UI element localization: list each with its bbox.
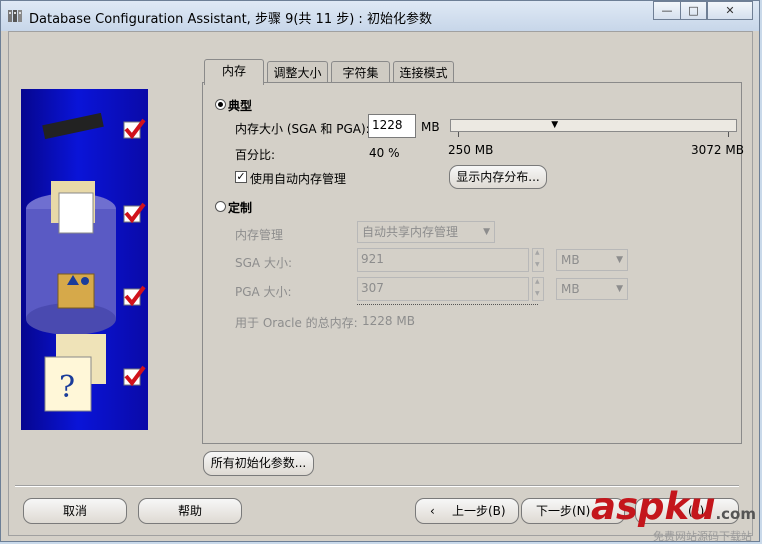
dotted-divider	[357, 304, 538, 305]
wizard-illustration-panel: ?	[21, 89, 148, 430]
checkmark-icon	[123, 285, 146, 307]
cancel-button[interactable]: 取消	[23, 498, 127, 524]
watermark-brand: aspku	[591, 485, 716, 528]
sga-spinner[interactable]	[532, 248, 544, 272]
slider-tick-min	[458, 132, 459, 137]
pga-unit-value: MB	[561, 282, 580, 296]
sga-size-label: SGA 大小:	[235, 256, 292, 270]
memory-chip-icon	[42, 112, 104, 140]
auto-memory-label: 使用自动内存管理	[250, 172, 347, 186]
help-documents-icon: ?	[44, 334, 106, 412]
slider-max-label: 3072 MB	[691, 143, 744, 157]
memory-slider-thumb[interactable]: ▼	[551, 121, 558, 130]
watermark-domain: .com	[715, 505, 756, 523]
aspku-watermark-logo: aspku.com	[591, 485, 756, 528]
sga-size-input[interactable]: 921	[357, 248, 529, 272]
pga-size-label: PGA 大小:	[235, 285, 292, 299]
chevron-down-icon: ▼	[616, 284, 623, 294]
percent-value: 40 %	[369, 146, 400, 160]
show-memory-distribution-button[interactable]: 显示内存分布...	[449, 165, 547, 189]
custom-radio[interactable]	[215, 201, 226, 212]
next-label: 下一步(N)	[536, 504, 591, 518]
memory-management-label: 内存管理	[235, 228, 284, 242]
database-app-icon	[8, 10, 22, 22]
memory-management-select[interactable]: 自动共享内存管理 ▼	[357, 221, 495, 243]
dbca-window: Database Configuration Assistant, 步骤 9(共…	[0, 0, 760, 543]
slider-min-label: 250 MB	[448, 143, 494, 157]
typical-label: 典型	[228, 99, 253, 113]
memory-size-unit: MB	[421, 120, 440, 134]
back-arrow-icon: ‹	[430, 504, 435, 518]
sga-unit-value: MB	[561, 253, 580, 267]
watermark-subtitle: 免费网站源码下载站	[653, 530, 752, 543]
maximize-button[interactable]: □	[680, 1, 707, 20]
help-button[interactable]: 帮助	[138, 498, 242, 524]
close-button[interactable]: ✕	[707, 1, 753, 20]
slider-tick-max	[728, 132, 729, 137]
checkmark-icon	[123, 118, 146, 140]
svg-text:?: ?	[59, 370, 75, 405]
memory-size-input[interactable]: 1228	[368, 114, 416, 138]
memory-slider[interactable]	[450, 119, 737, 132]
memory-management-value: 自动共享内存管理	[362, 225, 459, 239]
auto-memory-checkbox[interactable]: ✓	[235, 171, 247, 183]
back-label: 上一步(B)	[452, 504, 506, 518]
window-title: Database Configuration Assistant, 步骤 9(共…	[29, 12, 432, 27]
back-button[interactable]: ‹ 上一步(B)	[415, 498, 519, 524]
sga-unit-select[interactable]: MB ▼	[556, 249, 628, 271]
custom-label: 定制	[228, 201, 253, 215]
total-memory-value: 1228 MB	[362, 314, 415, 328]
pga-spinner[interactable]	[532, 277, 544, 301]
minimize-button[interactable]: —	[653, 1, 681, 20]
percent-label: 百分比:	[235, 148, 276, 162]
shapes-icon	[57, 273, 95, 309]
all-init-params-button[interactable]: 所有初始化参数...	[203, 451, 314, 476]
typical-radio[interactable]	[215, 99, 226, 110]
checkmark-icon	[123, 365, 146, 387]
title-bar[interactable]: Database Configuration Assistant, 步骤 9(共…	[1, 1, 759, 31]
chevron-down-icon: ▼	[483, 227, 490, 237]
total-memory-label: 用于 Oracle 的总内存:	[235, 316, 358, 330]
pga-unit-select[interactable]: MB ▼	[556, 278, 628, 300]
chevron-down-icon: ▼	[616, 255, 623, 265]
checkmark-icon	[123, 202, 146, 224]
tab-memory[interactable]: 内存	[204, 59, 264, 85]
pga-size-input[interactable]: 307	[357, 277, 529, 301]
memory-size-label: 内存大小 (SGA 和 PGA):	[235, 122, 370, 136]
wizard-illustration: ?	[26, 112, 146, 412]
